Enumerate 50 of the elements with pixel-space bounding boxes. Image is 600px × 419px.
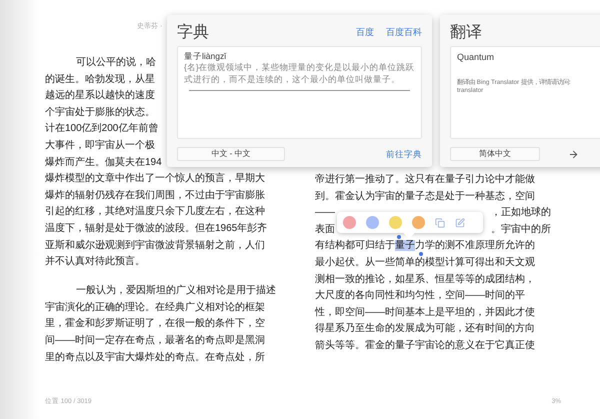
text-line: 大事件，即宇宙从一个极 xyxy=(45,138,155,153)
text-line: 最小起伏。从一些简单的模型计算可得出和天文观 xyxy=(315,256,535,270)
text-line: 里，霍金和彭罗斯证明了，在很一般的条件下，空 xyxy=(45,316,265,332)
source-link[interactable]: 百度百科 xyxy=(386,26,422,40)
text-line: 性，即空间——时间基本上是平坦的，并因此才使 xyxy=(315,306,535,320)
text-line: 温度下，辐射是处于微波的波段。但在1965年彭齐 xyxy=(45,222,268,236)
arrow-right-icon[interactable] xyxy=(568,148,579,160)
text-line: 有结构都可归结于量子力学的测不准原理所允许的 xyxy=(315,238,535,254)
text-line: 计在100亿到200亿年前曾 xyxy=(45,122,158,136)
text-line: 箭头等等。霍金的量子宇宙论的意义在于它真正使 xyxy=(315,338,535,353)
copy-icon[interactable] xyxy=(435,218,445,228)
language-button[interactable]: 简体中文 xyxy=(450,147,540,161)
text-line: 并不认真对待此预言。 xyxy=(45,254,145,270)
open-dictionary-link[interactable]: 前往字典 xyxy=(386,148,422,160)
source-link[interactable]: 百度 xyxy=(356,26,374,40)
selection-handle[interactable] xyxy=(397,235,401,239)
text-line: 里的奇点以及宇宙大爆炸处的奇点。在奇点处，所 xyxy=(45,350,265,365)
text-line: —— xyxy=(315,206,335,220)
text-line: 帝进行第一推动了。这只有在量子引力论中才能做 xyxy=(315,172,535,187)
translation-result: Quantum xyxy=(457,51,496,64)
text-line: 间——时间一定存在奇点，最著名的奇点即是黑洞 xyxy=(45,334,265,348)
text-line: 表面 xyxy=(315,222,335,237)
text-line: 爆炸模型的文章中作出了一个惊人的预言，早期大 xyxy=(45,172,265,186)
highlight-color-button[interactable] xyxy=(366,216,379,229)
text-line: 亚斯和威尔逊观测到宇宙微波背景辐射之前，人们 xyxy=(45,238,265,253)
text-line: 得星系乃至生命的发展成为可能，还有时间的方向 xyxy=(315,322,535,336)
note-icon[interactable] xyxy=(455,218,465,228)
panel-title: 翻译 xyxy=(450,23,482,43)
panel-title: 字典 xyxy=(177,22,209,43)
selection-handle[interactable] xyxy=(419,252,423,256)
text-line: 一般认为，爱因斯坦的广义相对论是用于描述 xyxy=(75,284,276,298)
text-line: 爆炸而产生。伽莫夫在194 xyxy=(45,156,162,170)
text-line: 。宇宙中的所 xyxy=(491,222,551,237)
text-line: 越远的星系以越快的速度 xyxy=(45,88,155,104)
highlight-color-button[interactable] xyxy=(389,216,402,229)
text-line: ，正如地球的 xyxy=(491,206,551,220)
text-line: 测相一致的推论，如星系、恒星等等的成团结构， xyxy=(315,272,535,287)
highlight-color-button[interactable] xyxy=(412,216,425,229)
text-line: 到。霍金认为宇宙的量子态是处于一种基态，空间 xyxy=(315,190,535,204)
text-line: 爆炸的辐射仍残存在我们周围，不过由于宇宙膨胀 xyxy=(45,188,265,203)
definition-text: {名}在微观领域中，某些物理量的变化是以最小的单位跳跃式进行的，而不是连续的，这个最小的单位叫做量子。 xyxy=(184,62,415,85)
text-line: 大尺度的各向同性和均匀性，空间——时间的平 xyxy=(315,288,525,304)
language-button[interactable]: 中文 - 中文 xyxy=(177,147,285,161)
highlight-color-button[interactable] xyxy=(343,216,356,229)
text-line: 的诞生。哈勃发现，从星 xyxy=(45,72,155,87)
text-line: 可以公平的说，哈 xyxy=(75,56,156,70)
text-line: 引起的红移，其绝对温度只余下几度左右，在这种 xyxy=(45,204,265,220)
headword: 量子liàngzǐ xyxy=(184,51,228,62)
text-line: 个宇宙处于膨胀的状态。 xyxy=(45,106,155,120)
text-line: 宇宙演化的正确的理论。在经典广义相对论的框架 xyxy=(45,300,265,315)
